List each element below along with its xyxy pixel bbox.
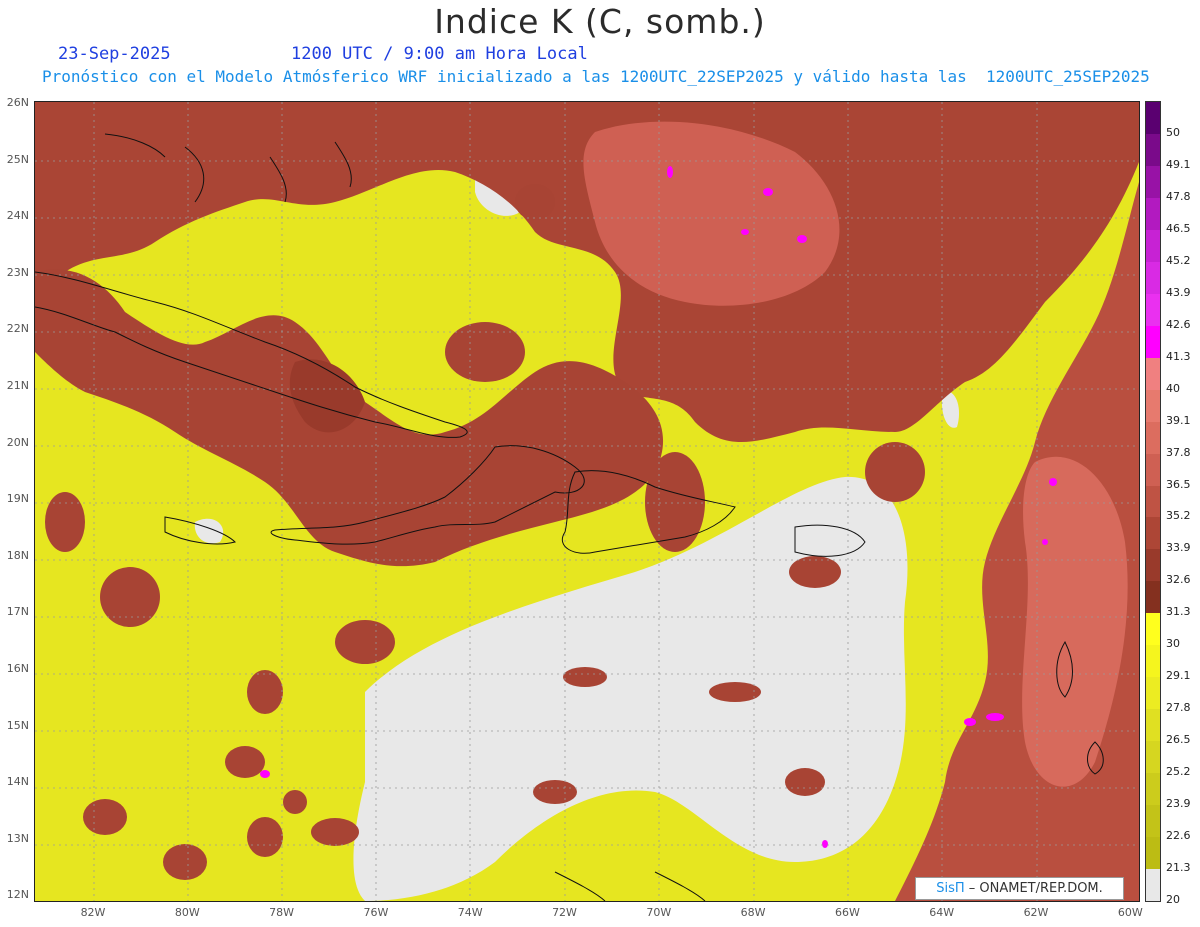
k-index-field <box>35 102 1139 901</box>
lat-label: 13N <box>6 831 29 845</box>
colorbar-label: 26.5 <box>1166 733 1191 747</box>
lat-label: 15N <box>6 718 29 732</box>
colorbar-segment <box>1146 325 1160 359</box>
valid-time: 1200 UTC / 9:00 am Hora Local <box>291 44 588 64</box>
colorbar-segment <box>1146 421 1160 455</box>
colorbar-label: 27.8 <box>1166 701 1191 715</box>
colorbar-label: 36.5 <box>1166 477 1191 491</box>
colorbar-segment <box>1146 133 1160 167</box>
colorbar-segment <box>1146 613 1160 646</box>
lat-label: 24N <box>6 209 29 223</box>
colorbar-label: 32.6 <box>1166 573 1191 587</box>
lat-label: 17N <box>6 605 29 619</box>
colorbar-segment <box>1146 389 1160 423</box>
colorbar-segment <box>1146 741 1160 774</box>
colorbar-label: 47.8 <box>1166 189 1191 203</box>
valid-date: 23-Sep-2025 <box>58 44 171 64</box>
colorbar-label: 43.9 <box>1166 285 1191 299</box>
lon-label: 82W <box>80 906 106 919</box>
colorbar-label: 21.3 <box>1166 861 1191 875</box>
colorbar-segment <box>1146 549 1160 582</box>
lat-label: 12N <box>6 888 29 902</box>
lon-label: 78W <box>269 906 295 919</box>
colorbar-label: 31.3 <box>1166 605 1191 619</box>
colorbar-segment <box>1146 805 1160 838</box>
model-description: Pronóstico con el Modelo Atmósferico WRF… <box>42 67 1150 86</box>
lat-label: 14N <box>6 775 29 789</box>
colorbar-segment <box>1146 229 1160 263</box>
colorbar-segment <box>1146 485 1160 518</box>
colorbar-label: 20 <box>1166 893 1180 906</box>
colorbar-label: 46.5 <box>1166 221 1191 235</box>
credit-brand: SisΠ <box>936 881 965 896</box>
credit-box: SisΠ – ONAMET/REP.DOM. <box>915 877 1124 900</box>
lon-label: 66W <box>834 906 860 919</box>
colorbar-segment <box>1146 102 1160 135</box>
colorbar-segment <box>1146 869 1160 902</box>
colorbar-segment <box>1146 677 1160 710</box>
colorbar-segment <box>1146 709 1160 742</box>
lat-label: 16N <box>6 662 29 675</box>
colorbar-label: 50 <box>1166 125 1180 139</box>
lat-label: 19N <box>6 492 29 506</box>
lat-label: 18N <box>6 548 29 562</box>
colorbar-label: 42.6 <box>1166 317 1191 331</box>
colorbar-segment <box>1146 357 1160 391</box>
credit-text: – ONAMET/REP.DOM. <box>968 881 1103 896</box>
lat-label: 25N <box>6 152 29 166</box>
colorbar-segment <box>1146 165 1160 199</box>
lat-label: 21N <box>6 379 29 392</box>
lon-label: 64W <box>929 906 955 919</box>
lon-label: 70W <box>646 906 672 919</box>
colorbar-label: 22.6 <box>1166 829 1191 843</box>
lat-label: 26N <box>6 96 29 109</box>
colorbar-segment <box>1146 197 1160 231</box>
lon-label: 62W <box>1023 906 1049 919</box>
colorbar-label: 29.1 <box>1166 669 1191 683</box>
map-title: Indice K (C, somb.) <box>434 2 766 41</box>
colorbar-label: 35.2 <box>1166 509 1191 523</box>
colorbar-label: 25.2 <box>1166 765 1191 779</box>
colorbar-label: 49.1 <box>1166 157 1191 171</box>
colorbar-segment <box>1146 293 1160 327</box>
lon-label: 76W <box>363 906 389 919</box>
lon-label: 68W <box>740 906 766 919</box>
lon-label: 72W <box>552 906 577 919</box>
lon-label: 60W <box>1117 906 1143 919</box>
colorbar-segment <box>1146 261 1160 295</box>
map-area[interactable] <box>34 101 1140 902</box>
lat-label: 23N <box>6 265 29 279</box>
colorbar-segment <box>1146 773 1160 806</box>
colorbar-label: 45.2 <box>1166 253 1191 267</box>
colorbar-segment <box>1146 645 1160 678</box>
colorbar-segment <box>1146 581 1160 614</box>
colorbar <box>1145 101 1161 902</box>
colorbar-label: 23.9 <box>1166 797 1191 811</box>
colorbar-label: 33.9 <box>1166 541 1191 555</box>
lat-label: 22N <box>6 322 29 336</box>
colorbar-segment <box>1146 453 1160 486</box>
colorbar-label: 41.3 <box>1166 349 1191 363</box>
colorbar-label: 37.8 <box>1166 445 1191 459</box>
colorbar-segment <box>1146 837 1160 870</box>
colorbar-label: 40 <box>1166 381 1180 395</box>
lon-label: 80W <box>174 906 200 919</box>
lat-label: 20N <box>6 435 29 449</box>
colorbar-label: 30 <box>1166 637 1180 651</box>
colorbar-segment <box>1146 517 1160 550</box>
lon-label: 74W <box>457 906 483 919</box>
colorbar-label: 39.1 <box>1166 413 1191 427</box>
